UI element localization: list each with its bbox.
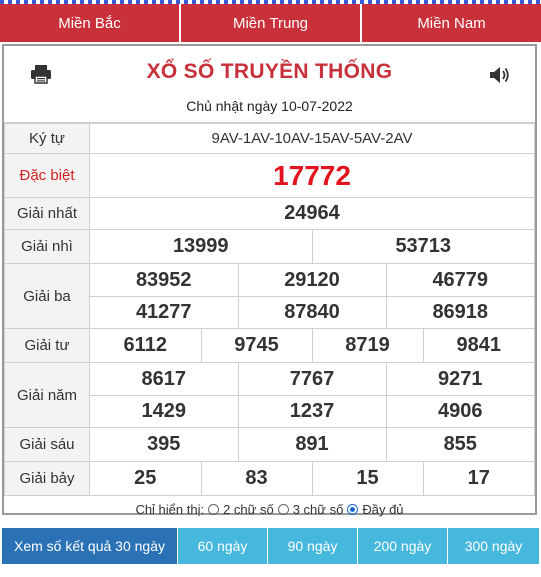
page-title: XỔ SỐ TRUYỀN THỐNG: [146, 60, 393, 83]
row-label: Giải sáu: [4, 427, 90, 462]
tab-mien-nam[interactable]: Miền Nam: [362, 4, 541, 42]
tab-mien-trung[interactable]: Miền Trung: [181, 4, 362, 42]
result-header: XỔ SỐ TRUYỀN THỐNG Chủ nhật ngày 10-07-2…: [4, 46, 535, 123]
prize-number: 6112: [123, 334, 167, 356]
prize-number: 46779: [385, 264, 534, 296]
prize-number: 83: [200, 462, 312, 495]
result-panel: XỔ SỐ TRUYỀN THỐNG Chủ nhật ngày 10-07-2…: [2, 44, 537, 517]
prize-number: 15: [311, 462, 423, 495]
prize-number: 83952: [135, 268, 192, 291]
prize-number: 1429: [141, 400, 187, 422]
row-dac-biet: Đặc biệt 17772: [4, 153, 535, 198]
row-giai-nam: Giải năm 8617 7767 9271 1429 1237 4906: [4, 362, 535, 428]
prize-number: 41277: [135, 301, 192, 323]
options-label: Chỉ hiển thị:: [135, 501, 205, 517]
prize-number: 8617: [141, 367, 187, 390]
row-label: Giải nhất: [4, 197, 90, 230]
button-30-days[interactable]: Xem số kết quả 30 ngày: [2, 528, 178, 564]
prize-number: 9271: [385, 363, 534, 395]
row-ky-tu: Ký tự 9AV-1AV-10AV-15AV-5AV-2AV: [4, 123, 535, 154]
button-60-days[interactable]: 60 ngày: [178, 528, 268, 564]
prize-number: 24964: [89, 197, 535, 230]
row-label: Ký tự: [4, 123, 90, 154]
prize-number: 855: [385, 428, 534, 461]
radio-2-digits[interactable]: [208, 503, 220, 515]
button-90-days[interactable]: 90 ngày: [268, 528, 358, 564]
button-300-days[interactable]: 300 ngày: [448, 528, 539, 564]
prize-number: 891: [237, 428, 386, 461]
row-label: Giải năm: [4, 362, 90, 428]
row-giai-nhat: Giải nhất 24964: [4, 197, 535, 230]
results-table: Ký tự 9AV-1AV-10AV-15AV-5AV-2AV Đặc biệt…: [4, 123, 535, 496]
speaker-icon[interactable]: [489, 66, 511, 84]
row-giai-nhi: Giải nhì 13999 53713: [4, 229, 535, 264]
radio-3-digits[interactable]: [277, 503, 289, 515]
history-buttons: Xem số kết quả 30 ngày 60 ngày 90 ngày 2…: [2, 528, 539, 564]
row-giai-tu: Giải tư 6112 9745 8719 9841: [4, 328, 535, 363]
row-label: Giải bảy: [4, 461, 90, 496]
region-tabs: Miền Bắc Miền Trung Miền Nam: [0, 4, 541, 42]
option-label-2-digits[interactable]: 2 chữ số: [223, 502, 274, 517]
button-200-days[interactable]: 200 ngày: [358, 528, 448, 564]
row-label: Giải tư: [4, 328, 90, 363]
prize-number: 1237: [237, 395, 386, 427]
prize-number: 8719: [311, 329, 423, 362]
display-options: Chỉ hiển thị: 2 chữ số 3 chữ số Đầy đủ: [4, 496, 535, 522]
prize-number: 7767: [237, 363, 386, 395]
row-label: Giải ba: [4, 263, 90, 329]
prize-number: 25: [134, 467, 157, 489]
prize-number: 9745: [200, 329, 312, 362]
tab-mien-bac[interactable]: Miền Bắc: [0, 4, 181, 42]
prize-number: 17: [422, 462, 534, 495]
row-giai-ba: Giải ba 83952 29120 46779 41277 87840 86…: [4, 263, 535, 329]
prize-number: 86918: [385, 296, 534, 328]
option-label-3-digits[interactable]: 3 chữ số: [293, 502, 344, 517]
row-giai-sau: Giải sáu 395 891 855: [4, 427, 535, 462]
row-giai-bay: Giải bảy 25 83 15 17: [4, 461, 535, 496]
row-label: Giải nhì: [4, 229, 90, 264]
prize-number: 4906: [385, 395, 534, 427]
row-label: Đặc biệt: [4, 153, 90, 198]
prize-number: 13999: [172, 235, 229, 257]
prize-number: 395: [147, 433, 181, 455]
special-prize-number: 17772: [89, 153, 535, 198]
ky-tu-value: 9AV-1AV-10AV-15AV-5AV-2AV: [89, 123, 535, 154]
prize-number: 9841: [422, 329, 534, 362]
prize-number: 53713: [311, 230, 534, 263]
prize-number: 29120: [237, 264, 386, 296]
radio-full[interactable]: [347, 503, 359, 515]
prize-number: 87840: [237, 296, 386, 328]
option-label-full[interactable]: Đầy đủ: [362, 502, 403, 517]
draw-date: Chủ nhật ngày 10-07-2022: [186, 98, 353, 114]
